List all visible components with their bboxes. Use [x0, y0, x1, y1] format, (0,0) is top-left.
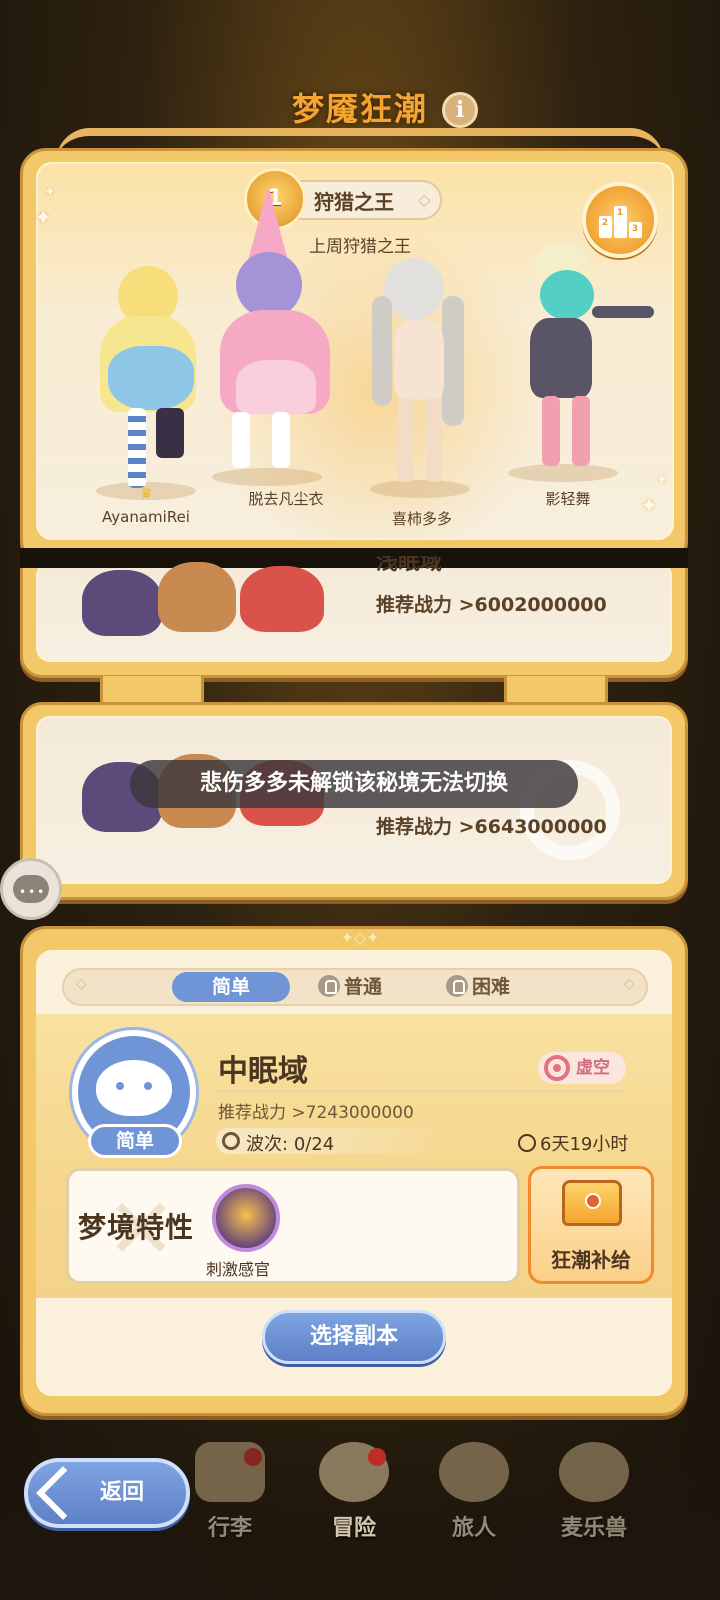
select-dungeon-button[interactable]: 选择副本 — [262, 1310, 446, 1364]
remaining-time: 6天19小时 — [518, 1130, 628, 1156]
void-element-icon — [544, 1055, 570, 1081]
tab-easy[interactable]: 简单 — [172, 972, 290, 1002]
dungeon-name: 中眠域 — [218, 1054, 308, 1089]
toast-message: 悲伤多多未解锁该秘境无法切换 — [130, 760, 578, 808]
divider — [216, 1090, 624, 1092]
dream-trait-title: 梦境特性 — [78, 1211, 195, 1244]
diamond-deco-icon: ✦◇✦ — [340, 928, 380, 947]
sparkle-icon: ✦ — [656, 472, 668, 488]
character-head — [236, 252, 302, 318]
sparkle-icon: ✦ — [34, 206, 53, 231]
crown-icon: ♛ — [140, 486, 153, 502]
nav-luggage[interactable]: 行李 — [180, 1442, 280, 1552]
tab-hard[interactable]: 困难 — [446, 972, 510, 1002]
character-head — [384, 258, 444, 320]
nav-adventure[interactable]: 冒险 — [304, 1442, 404, 1552]
dungeon-name: 浅眠域 — [376, 556, 443, 575]
trait-name: 刺激感官 — [206, 1260, 271, 1279]
info-icon[interactable]: i — [442, 92, 478, 128]
wave-icon — [222, 1132, 240, 1150]
monster-group-image — [82, 562, 332, 646]
player-name: 影轻舞 — [545, 490, 591, 508]
sparkle-icon: ✦ — [44, 184, 56, 200]
traveler-icon — [439, 1442, 509, 1502]
chat-button[interactable]: ••• — [0, 858, 62, 920]
character-hair — [540, 270, 594, 320]
hamster-face-icon — [96, 1060, 172, 1116]
hunting-king-label: 狩猎之王 — [314, 190, 394, 214]
clock-icon — [518, 1134, 536, 1152]
difficulty-label: 简单 — [88, 1124, 182, 1158]
notification-dot — [368, 1448, 386, 1466]
tide-supply-label: 狂潮补给 — [551, 1248, 631, 1272]
recommended-power: 推荐战力 >6643000000 — [376, 816, 607, 838]
diamond-icon: ◇ — [76, 976, 87, 992]
sparkle-icon: ✦ — [640, 494, 659, 519]
nav-traveler[interactable]: 旅人 — [424, 1442, 524, 1552]
recommended-power: 推荐战力 >6002000000 — [376, 594, 607, 616]
lock-icon — [318, 974, 340, 997]
ranking-podium-button[interactable]: 2 1 3 — [582, 182, 658, 258]
beast-icon — [559, 1442, 629, 1502]
treasure-chest-icon — [562, 1180, 622, 1226]
diamond-icon: ◇ — [624, 976, 635, 992]
tab-normal[interactable]: 普通 — [318, 972, 382, 1002]
player-name: 喜柿多多 — [391, 510, 452, 528]
podium-first: 1 — [613, 206, 627, 238]
trait-sensory-icon[interactable] — [212, 1184, 280, 1252]
recommended-power: 推荐战力 >7243000000 — [218, 1103, 414, 1123]
diamond-icon: ◇ — [418, 190, 431, 209]
notification-dot — [244, 1448, 262, 1466]
page-title: 梦魇狂潮 — [291, 90, 428, 128]
nav-mele-beast[interactable]: 麦乐兽 — [544, 1442, 644, 1552]
lock-icon — [446, 974, 468, 997]
wave-counter: 波次: 0/24 — [246, 1134, 335, 1155]
player-name: 脱去凡尘衣 — [248, 490, 324, 508]
podium-second: 2 — [598, 216, 612, 238]
podium-third: 3 — [628, 222, 642, 238]
player-name: AyanamiRei — [102, 508, 190, 526]
